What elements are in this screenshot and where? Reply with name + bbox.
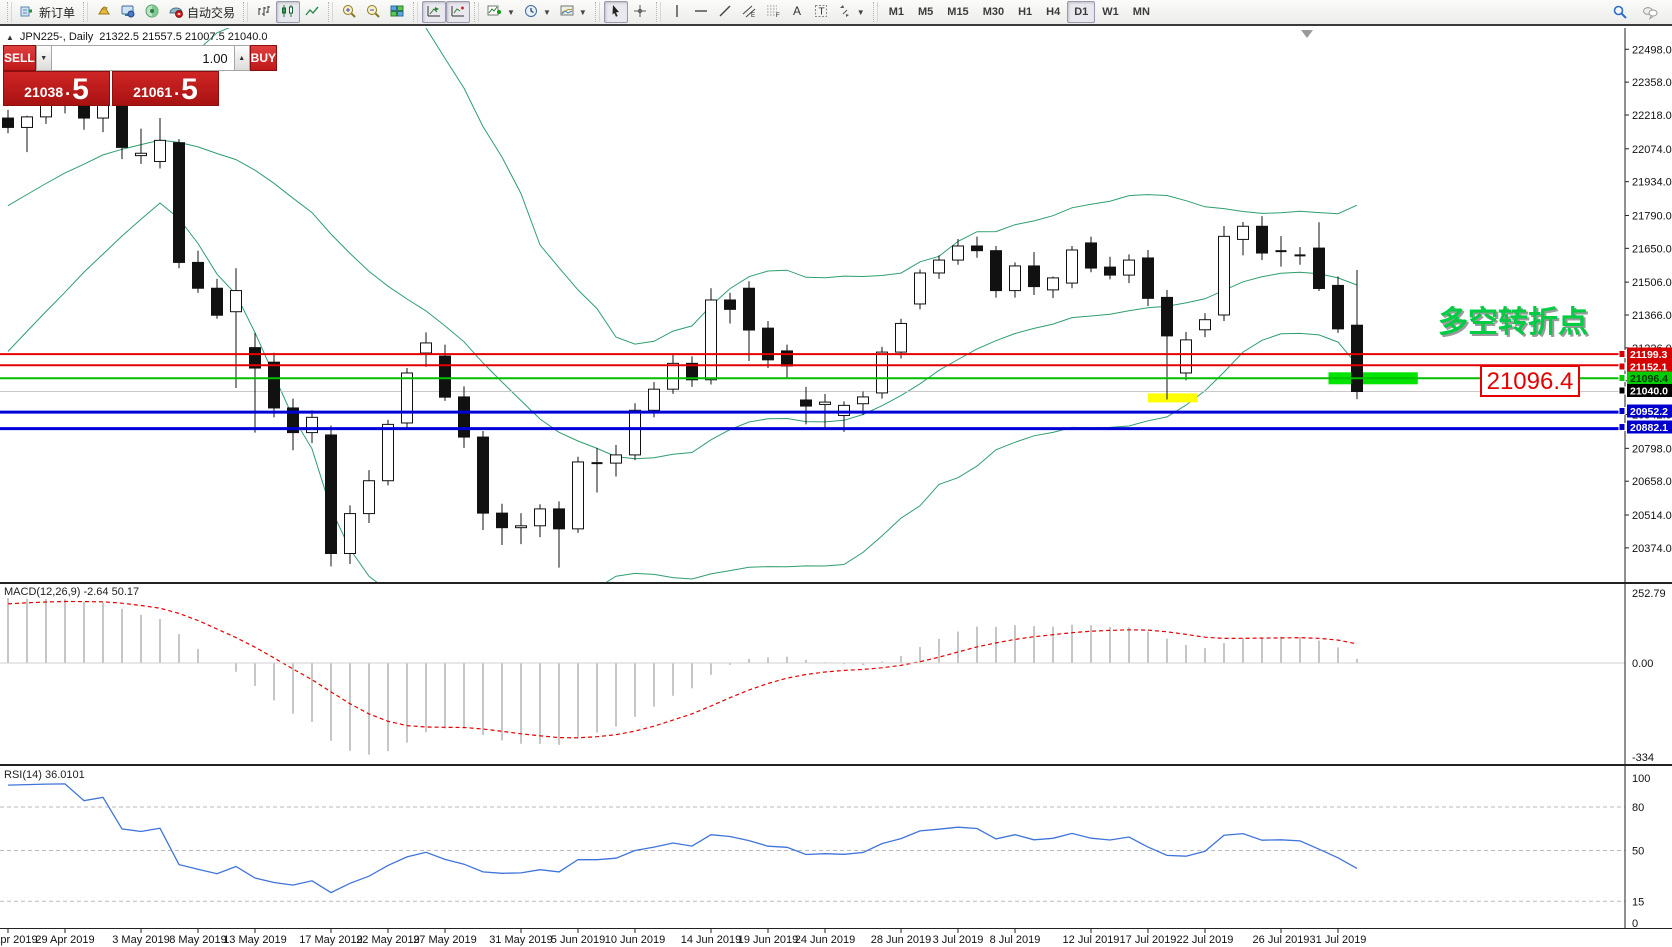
macd-signal-line — [8, 602, 1357, 738]
date-label: 28 Jun 2019 — [871, 934, 932, 946]
bollinger-lower-band — [8, 203, 1357, 608]
svg-text:20658.0: 20658.0 — [1632, 476, 1672, 488]
date-label: 24 Apr 2019 — [0, 934, 38, 946]
svg-text:0: 0 — [1632, 918, 1638, 930]
date-label: 3 Jul 2019 — [933, 934, 984, 946]
volume-decrease-button[interactable]: ▼ — [36, 45, 52, 71]
svg-text:21096.4: 21096.4 — [1630, 373, 1668, 385]
date-label: 24 Jun 2019 — [795, 934, 856, 946]
svg-text:21790.0: 21790.0 — [1632, 210, 1672, 222]
buy-price-fraction: 5 — [181, 77, 198, 103]
pane-separator[interactable] — [0, 582, 1672, 584]
symbol-title: JPN225-, Daily — [20, 31, 93, 43]
rsi-label: RSI(14) 36.0101 — [4, 769, 85, 781]
time-axis-line — [0, 928, 1672, 929]
date-label: 13 May 2019 — [223, 934, 287, 946]
buy-price[interactable]: 21061.5 — [112, 71, 219, 106]
svg-text:21934.0: 21934.0 — [1632, 177, 1672, 189]
svg-text:22218.0: 22218.0 — [1632, 110, 1672, 122]
date-label: 31 Jul 2019 — [1310, 934, 1367, 946]
time-axis[interactable]: 24 Apr 201929 Apr 2019 3 May 20198 May 20… — [0, 928, 1366, 946]
svg-text:21506.0: 21506.0 — [1632, 277, 1672, 289]
price-pane[interactable]: 多空转折点多空转折点21096.4 — [0, 0, 1625, 608]
date-label: 10 Jun 2019 — [605, 934, 666, 946]
date-label: 5 Jun 2019 — [551, 934, 605, 946]
svg-text:50: 50 — [1632, 846, 1644, 858]
date-label: 31 May 2019 — [489, 934, 553, 946]
turning-point-label: 多空转折点 — [1438, 306, 1588, 339]
sell-price-fraction: 5 — [72, 77, 89, 103]
date-label: 17 May 2019 — [299, 934, 363, 946]
buy-price-main: 21061 — [133, 84, 172, 103]
chart-shift-marker[interactable] — [1301, 30, 1313, 38]
svg-text:80: 80 — [1632, 802, 1644, 814]
svg-text:21199.3: 21199.3 — [1630, 349, 1668, 361]
price-annotation-text: 21096.4 — [1487, 368, 1574, 395]
date-label: 29 Apr 2019 — [35, 934, 94, 946]
rsi-pane[interactable] — [0, 784, 1625, 901]
svg-text:100: 100 — [1632, 773, 1650, 785]
chart-title-bar: ▲ JPN225-, Daily 21322.5 21557.5 21007.5… — [6, 31, 268, 43]
svg-text:20952.2: 20952.2 — [1630, 406, 1668, 418]
sell-price-main: 21038 — [24, 84, 63, 103]
date-label: 8 May 2019 — [169, 934, 226, 946]
candlesticks — [3, 84, 1363, 568]
date-label: 14 Jun 2019 — [681, 934, 742, 946]
svg-text:-334: -334 — [1632, 752, 1654, 764]
sell-price[interactable]: 21038.5 — [3, 71, 110, 106]
date-label: 22 Jul 2019 — [1177, 934, 1234, 946]
svg-text:22074.0: 22074.0 — [1632, 144, 1672, 156]
date-label: 19 Jun 2019 — [738, 934, 799, 946]
one-click-trading-panel: SELL ▼ ▲ BUY 21038.5 21061.5 — [3, 45, 219, 106]
date-label: 27 May 2019 — [413, 934, 477, 946]
yellow-highlight-bar[interactable] — [1148, 393, 1197, 402]
date-label: 22 May 2019 — [356, 934, 420, 946]
svg-text:22498.0: 22498.0 — [1632, 44, 1672, 56]
buy-button[interactable]: BUY — [250, 45, 277, 71]
svg-text:21366.0: 21366.0 — [1632, 310, 1672, 322]
chart-area[interactable]: 多空转折点多空转折点21096.4MACD(12,26,9) -2.64 50.… — [0, 0, 1672, 947]
date-label: 17 Jul 2019 — [1120, 934, 1177, 946]
svg-text:21650.0: 21650.0 — [1632, 243, 1672, 255]
macd-label: MACD(12,26,9) -2.64 50.17 — [4, 586, 139, 598]
sell-button[interactable]: SELL — [3, 45, 36, 71]
svg-text:0.00: 0.00 — [1632, 658, 1653, 670]
sell-price-dot: . — [65, 79, 70, 103]
date-label: 3 May 2019 — [112, 934, 169, 946]
date-label: 26 Jul 2019 — [1253, 934, 1310, 946]
svg-text:20514.0: 20514.0 — [1632, 510, 1672, 522]
svg-text:20374.0: 20374.0 — [1632, 543, 1672, 555]
macd-pane[interactable] — [0, 598, 1625, 755]
price-axis[interactable]: 22498.0 22358.0 22218.0 22074.0 21934.0 21790… — [1619, 44, 1672, 555]
svg-text:252.79: 252.79 — [1632, 588, 1666, 600]
svg-text:15: 15 — [1632, 896, 1644, 908]
svg-text:20882.1: 20882.1 — [1630, 422, 1668, 434]
svg-text:20798.0: 20798.0 — [1632, 443, 1672, 455]
volume-input[interactable] — [52, 45, 234, 71]
pane-separator[interactable] — [0, 764, 1672, 766]
buy-price-dot: . — [174, 79, 179, 103]
svg-text:21040.0: 21040.0 — [1630, 386, 1668, 398]
volume-increase-button[interactable]: ▲ — [234, 45, 250, 71]
svg-text:22358.0: 22358.0 — [1632, 77, 1672, 89]
date-label: 8 Jul 2019 — [990, 934, 1041, 946]
rsi-line — [8, 784, 1357, 893]
date-label: 12 Jul 2019 — [1063, 934, 1120, 946]
symbol-ohlc: 21322.5 21557.5 21007.5 21040.0 — [99, 31, 267, 43]
collapse-panel-icon[interactable]: ▲ — [6, 33, 14, 42]
